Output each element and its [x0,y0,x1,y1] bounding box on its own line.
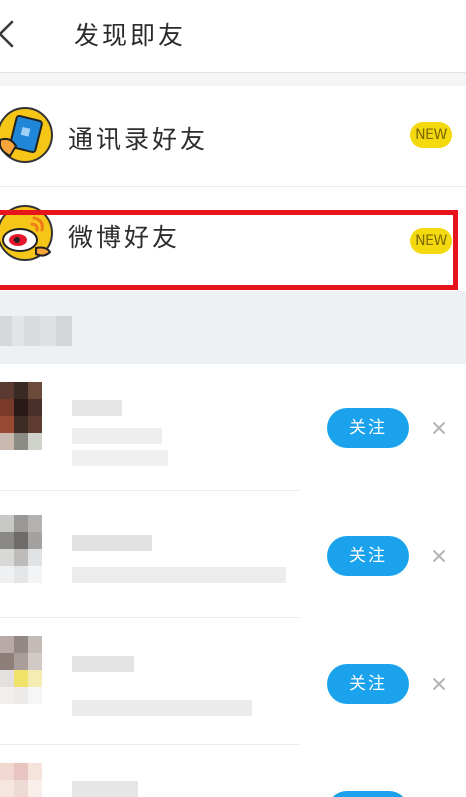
blurred-description [72,450,168,466]
contacts-friends-item[interactable]: 通讯录好友 NEW [0,86,466,187]
follow-button[interactable]: 关注 [327,536,409,576]
section-gap [0,73,466,86]
close-icon[interactable] [430,675,448,693]
blurred-username [72,781,138,797]
blurred-description [72,700,252,716]
follow-button[interactable]: 关注 [327,408,409,448]
blurred-description [72,567,286,583]
list-item: 关注 [0,618,466,745]
highlight-annotation [0,210,458,290]
list-item: 关注 [0,491,466,618]
follow-button[interactable]: 关注 [327,664,409,704]
list-item: 关注 [0,745,466,797]
blurred-description [72,428,162,444]
avatar [0,763,56,797]
contacts-friends-label: 通讯录好友 [68,125,209,154]
list-item: 关注 [0,364,466,491]
blurred-username [72,656,134,672]
avatar [0,515,56,583]
chevron-left-icon [0,20,14,48]
page-title: 发现即友 [74,21,187,50]
contacts-book-icon [0,106,54,164]
close-icon[interactable] [430,419,448,437]
avatar [0,636,56,704]
blurred-username [72,535,152,551]
close-icon[interactable] [430,547,448,565]
follow-button[interactable]: 关注 [327,791,409,797]
new-badge: NEW [410,122,452,148]
blurred-username [72,400,122,416]
back-button[interactable] [0,14,24,54]
top-bar: 发现即友 [0,0,466,73]
blurred-section-title [0,316,72,346]
avatar [0,382,56,450]
